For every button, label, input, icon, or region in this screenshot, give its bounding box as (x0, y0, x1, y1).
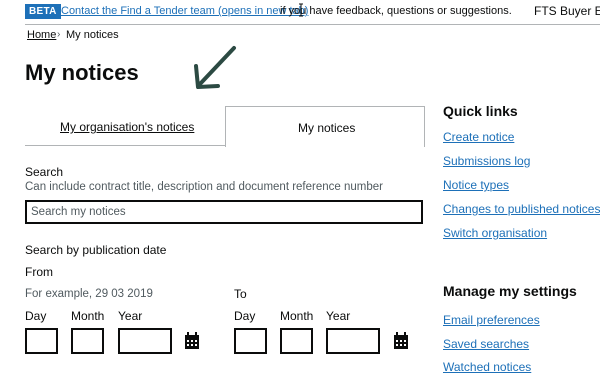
quick-links-title: Quick links (443, 103, 518, 119)
tab-label: My organisation's notices (60, 120, 195, 134)
from-year-input[interactable] (118, 328, 172, 354)
calendar-icon[interactable] (393, 332, 409, 350)
from-label: From (25, 265, 53, 279)
from-month-label: Month (71, 309, 105, 323)
to-label: To (234, 287, 247, 301)
contact-team-link[interactable]: Contact the Find a Tender team (opens in… (61, 4, 308, 19)
to-year-label: Year (326, 309, 351, 323)
arrow-annotation-icon (194, 46, 236, 89)
search-input[interactable] (25, 200, 423, 224)
from-day-input[interactable] (25, 328, 58, 354)
page-title: My notices (25, 60, 139, 85)
create-notice-link[interactable]: Create notice (443, 129, 514, 145)
mouse-cursor-icon (299, 3, 303, 17)
notice-types-link[interactable]: Notice types (443, 177, 509, 193)
to-day-input[interactable] (234, 328, 267, 354)
to-day-label: Day (234, 309, 256, 323)
tab-my-notices[interactable]: My notices (225, 106, 425, 147)
search-hint: Can include contract title, description … (25, 181, 383, 193)
beta-tag: BETA (25, 4, 61, 19)
date-format-hint: For example, 29 03 2019 (25, 288, 153, 300)
from-month-input[interactable] (71, 328, 104, 354)
to-year-input[interactable] (326, 328, 380, 354)
submissions-log-link[interactable]: Submissions log (443, 153, 530, 169)
calendar-icon[interactable] (184, 332, 200, 350)
watched-notices-link[interactable]: Watched notices (443, 359, 531, 375)
manage-settings-title: Manage my settings (443, 283, 577, 299)
breadcrumb-current: My notices (66, 29, 119, 41)
email-preferences-link[interactable]: Email preferences (443, 312, 540, 328)
service-name: FTS Buyer Ex (534, 4, 600, 18)
banner-divider (25, 24, 600, 25)
saved-searches-link[interactable]: Saved searches (443, 336, 529, 352)
switch-organisation-link[interactable]: Switch organisation (443, 225, 547, 241)
tab-my-organisations-notices[interactable]: My organisation's notices (25, 106, 225, 146)
to-month-label: Month (280, 309, 314, 323)
tab-label: My notices (298, 121, 356, 135)
from-day-label: Day (25, 309, 47, 323)
publication-date-label: Search by publication date (25, 243, 167, 257)
search-label: Search (25, 165, 64, 179)
feedback-text: if you have feedback, questions or sugge… (280, 5, 512, 17)
changes-to-published-notices-link[interactable]: Changes to published notices (443, 201, 600, 217)
from-year-label: Year (118, 309, 143, 323)
breadcrumb-home-link[interactable]: Home (27, 28, 56, 42)
to-month-input[interactable] (280, 328, 313, 354)
breadcrumb-chevron-icon: › (57, 29, 61, 40)
